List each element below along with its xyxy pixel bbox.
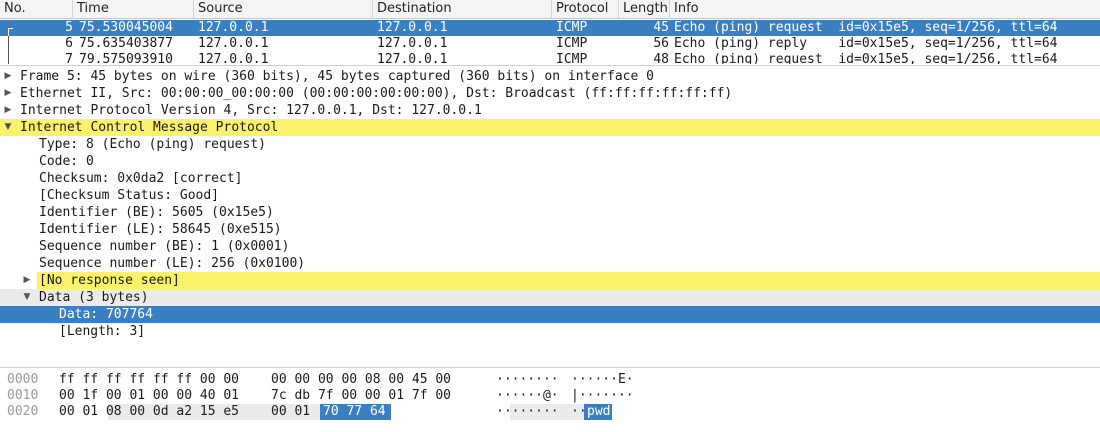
tree-item-label: [No response seen] <box>39 273 180 288</box>
bytes-hex[interactable]: 00 00 00 00 08 00 45 00 <box>271 372 451 388</box>
tree-item-label: Code: 0 <box>39 154 94 169</box>
bytes-hex[interactable]: 00 01 08 00 0d a2 15 e5 <box>59 404 239 420</box>
related-packet-marker <box>8 36 9 52</box>
tree-item-sequence-le[interactable]: Sequence number (LE): 256 (0x0100) <box>0 255 1100 272</box>
tree-item-label: Type: 8 (Echo (ping) request) <box>39 137 266 152</box>
column-header-info[interactable]: Info <box>670 0 1100 19</box>
packet-list-header: No. Time Source Destination Protocol Len… <box>0 0 1100 19</box>
tree-item-label: [Length: 3] <box>59 324 146 339</box>
expand-arrow-icon[interactable]: ▶ <box>2 102 14 119</box>
tree-item-icmp-checksum[interactable]: Checksum: 0x0da2 [correct] <box>0 170 1100 187</box>
packet-bytes-pane[interactable]: 0000 ff ff ff ff ff ff 00 00 00 00 00 00… <box>0 370 1100 432</box>
bytes-ascii[interactable]: ······E· <box>571 372 634 388</box>
column-header-protocol[interactable]: Protocol <box>552 0 619 19</box>
tree-item-label: Data (3 bytes) <box>39 290 149 305</box>
column-header-length[interactable]: Length <box>619 0 670 19</box>
tree-item-icmp[interactable]: ▼ Internet Control Message Protocol <box>0 119 1100 136</box>
tree-item-label: Internet Control Message Protocol <box>20 120 279 135</box>
bytes-hex-selected[interactable]: 70 77 64 <box>323 404 386 420</box>
tree-item-identifier-be[interactable]: Identifier (BE): 5605 (0x15e5) <box>0 204 1100 221</box>
expand-arrow-icon[interactable]: ▶ <box>2 68 14 85</box>
packet-protocol: ICMP <box>556 52 588 64</box>
expand-arrow-icon[interactable]: ▶ <box>2 85 14 102</box>
tree-item-data[interactable]: ▼ Data (3 bytes) <box>0 289 1100 306</box>
packet-time: 79.575093910 <box>79 52 173 64</box>
tree-item-label: Identifier (LE): 58645 (0xe515) <box>39 222 282 237</box>
bytes-ascii[interactable]: ·· <box>571 404 587 420</box>
bytes-ascii[interactable]: |······· <box>571 388 634 404</box>
related-packet-marker <box>8 28 9 36</box>
packet-row[interactable]: 6 75.635403877 127.0.0.1 127.0.0.1 ICMP … <box>0 36 1100 52</box>
tree-item-label: Identifier (BE): 5605 (0x15e5) <box>39 205 274 220</box>
tree-item-ipv4[interactable]: ▶ Internet Protocol Version 4, Src: 127.… <box>0 102 1100 119</box>
related-packet-marker <box>8 52 9 64</box>
packet-length: 56 <box>653 36 669 51</box>
column-header-no[interactable]: No. <box>0 0 73 19</box>
pane-divider[interactable] <box>0 65 1100 66</box>
tree-item-label: [Checksum Status: Good] <box>39 188 220 203</box>
bytes-hex[interactable]: 00 1f 00 01 00 00 40 01 <box>59 388 239 404</box>
tree-item-label: Data: 707764 <box>59 307 153 322</box>
bytes-hex[interactable]: 7c db 7f 00 00 01 7f 00 <box>271 388 451 404</box>
bytes-row[interactable]: 0010 00 1f 00 01 00 00 40 01 7c db 7f 00… <box>0 388 1100 404</box>
column-header-time[interactable]: Time <box>73 0 194 19</box>
bytes-ascii[interactable]: ······@· <box>496 388 559 404</box>
tree-item-icmp-code[interactable]: Code: 0 <box>0 153 1100 170</box>
packet-info: Echo (ping) request id=0x15e5, seq=1/256… <box>674 52 1058 64</box>
packet-destination: 127.0.0.1 <box>377 36 448 51</box>
tree-item-label: Checksum: 0x0da2 [correct] <box>39 171 243 186</box>
tree-item-label: Frame 5: 45 bytes on wire (360 bits), 45… <box>20 69 654 84</box>
expand-arrow-icon[interactable]: ▶ <box>21 272 33 289</box>
packet-no: 6 <box>65 36 73 51</box>
tree-item-identifier-le[interactable]: Identifier (LE): 58645 (0xe515) <box>0 221 1100 238</box>
tree-item-ethernet[interactable]: ▶ Ethernet II, Src: 00:00:00_00:00:00 (0… <box>0 85 1100 102</box>
tree-item-data-length[interactable]: [Length: 3] <box>0 323 1100 340</box>
tree-item-data-value[interactable]: Data: 707764 <box>0 306 1100 323</box>
packet-info: Echo (ping) request id=0x15e5, seq=1/256… <box>674 20 1058 35</box>
tree-item-no-response[interactable]: ▶ [No response seen] <box>0 272 1100 289</box>
tree-item-label: Internet Protocol Version 4, Src: 127.0.… <box>20 103 482 118</box>
packet-protocol: ICMP <box>556 36 588 51</box>
packet-no: 7 <box>65 52 73 64</box>
bytes-hex[interactable]: 00 01 <box>271 404 310 420</box>
bytes-row[interactable]: 0020 00 01 08 00 0d a2 15 e5 00 01 70 77… <box>0 404 1100 420</box>
packet-time: 75.530045004 <box>79 20 173 35</box>
packet-info: Echo (ping) reply id=0x15e5, seq=1/256, … <box>674 36 1058 51</box>
tree-item-icmp-type[interactable]: Type: 8 (Echo (ping) request) <box>0 136 1100 153</box>
packet-source: 127.0.0.1 <box>198 36 269 51</box>
bytes-offset: 0010 <box>7 388 39 403</box>
packet-length: 48 <box>653 52 669 64</box>
bytes-ascii[interactable]: ········ <box>496 372 559 388</box>
collapse-arrow-icon[interactable]: ▼ <box>21 289 33 306</box>
packet-protocol: ICMP <box>556 20 588 35</box>
bytes-ascii[interactable]: ········ <box>496 404 559 420</box>
bytes-row[interactable]: 0000 ff ff ff ff ff ff 00 00 00 00 00 00… <box>0 372 1100 388</box>
bytes-offset: 0000 <box>7 372 39 387</box>
packet-row[interactable]: 5 75.530045004 127.0.0.1 127.0.0.1 ICMP … <box>0 20 1100 36</box>
packet-source: 127.0.0.1 <box>198 20 269 35</box>
column-header-destination[interactable]: Destination <box>373 0 552 19</box>
packet-destination: 127.0.0.1 <box>377 52 448 64</box>
tree-item-label: Ethernet II, Src: 00:00:00_00:00:00 (00:… <box>20 86 733 101</box>
tree-item-frame[interactable]: ▶ Frame 5: 45 bytes on wire (360 bits), … <box>0 68 1100 85</box>
packet-no: 5 <box>65 20 73 35</box>
column-header-source[interactable]: Source <box>194 0 373 19</box>
tree-item-sequence-be[interactable]: Sequence number (BE): 1 (0x0001) <box>0 238 1100 255</box>
packet-source: 127.0.0.1 <box>198 52 269 64</box>
packet-details-tree[interactable]: ▶ Frame 5: 45 bytes on wire (360 bits), … <box>0 68 1100 366</box>
collapse-arrow-icon[interactable]: ▼ <box>2 119 14 136</box>
packet-list[interactable]: No. Time Source Destination Protocol Len… <box>0 0 1100 64</box>
packet-row[interactable]: 7 79.575093910 127.0.0.1 127.0.0.1 ICMP … <box>0 52 1100 64</box>
bytes-offset: 0020 <box>7 404 39 419</box>
bytes-hex[interactable]: ff ff ff ff ff ff 00 00 <box>59 372 239 388</box>
packet-length: 45 <box>653 20 669 35</box>
tree-item-checksum-status[interactable]: [Checksum Status: Good] <box>0 187 1100 204</box>
bytes-ascii-selected[interactable]: pwd <box>587 404 610 420</box>
pane-divider[interactable] <box>0 367 1100 368</box>
packet-destination: 127.0.0.1 <box>377 20 448 35</box>
tree-item-label: Sequence number (BE): 1 (0x0001) <box>39 239 290 254</box>
packet-time: 75.635403877 <box>79 36 173 51</box>
tree-item-label: Sequence number (LE): 256 (0x0100) <box>39 256 306 271</box>
